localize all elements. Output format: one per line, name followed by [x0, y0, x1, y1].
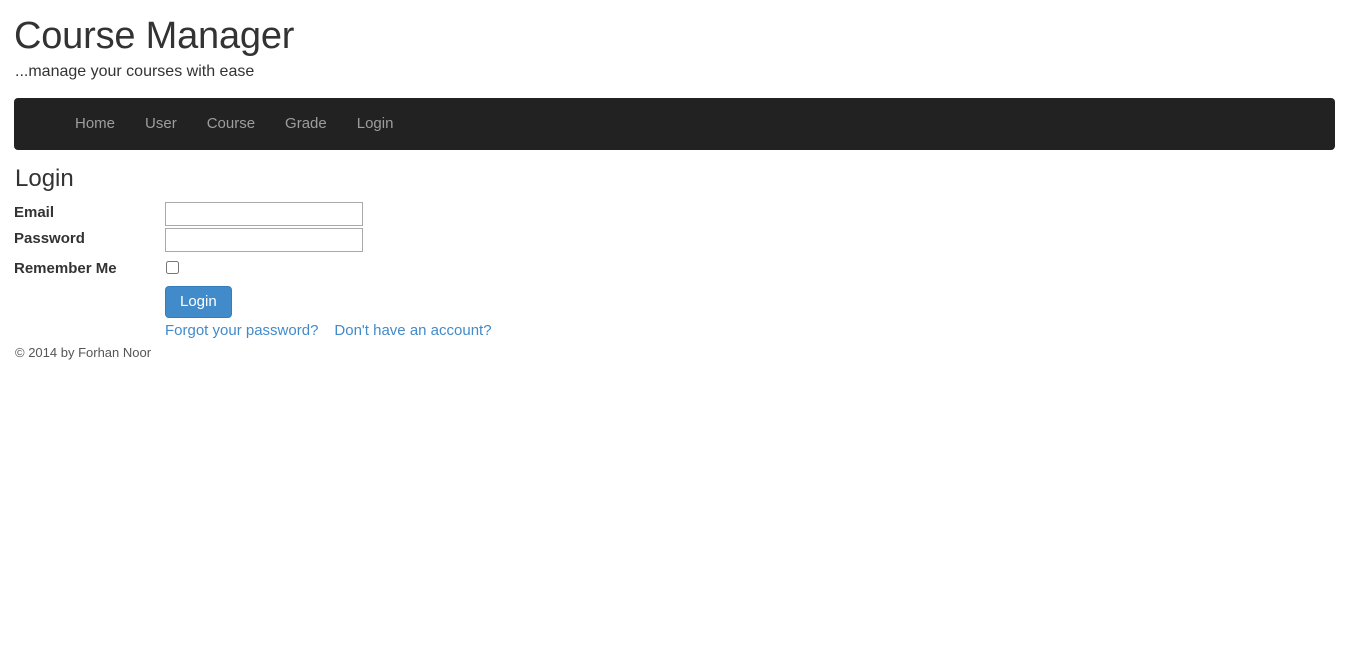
remember-me-label: Remember Me [14, 258, 165, 280]
nav-item-home[interactable]: Home [60, 108, 130, 140]
login-button[interactable]: Login [165, 286, 232, 318]
site-header: Course Manager ...manage your courses wi… [0, 0, 1349, 82]
nav-item-login[interactable]: Login [342, 108, 409, 140]
register-link[interactable]: Don't have an account? [334, 321, 491, 341]
site-footer: © 2014 by Forhan Noor [15, 344, 151, 362]
form-row-submit: Login [14, 286, 1214, 318]
nav-link-grade[interactable]: Grade [270, 108, 342, 140]
site-tagline: ...manage your courses with ease [15, 62, 1349, 82]
password-control [165, 228, 363, 252]
email-input[interactable] [165, 202, 363, 226]
form-row-password: Password [14, 228, 1214, 252]
login-form: Email Password Remember Me Login [14, 202, 1214, 341]
nav-link-user[interactable]: User [130, 108, 192, 140]
remember-me-checkbox[interactable] [166, 261, 179, 274]
login-heading: Login [15, 164, 1214, 194]
password-label: Password [14, 228, 165, 250]
nav-link-login[interactable]: Login [342, 108, 409, 140]
forgot-password-link[interactable]: Forgot your password? [165, 321, 318, 341]
main-navbar: Home User Course Grade Login [14, 98, 1335, 150]
main-content: Login Email Password Remember Me [14, 164, 1214, 341]
nav-item-grade[interactable]: Grade [270, 108, 342, 140]
page-root: Course Manager ...manage your courses wi… [0, 0, 1349, 660]
email-control [165, 202, 363, 226]
page-title: Course Manager [14, 14, 1349, 58]
password-input[interactable] [165, 228, 363, 252]
remember-me-control [165, 258, 179, 274]
nav-item-course[interactable]: Course [192, 108, 270, 140]
nav-item-user[interactable]: User [130, 108, 192, 140]
form-row-links: Forgot your password? Don't have an acco… [14, 321, 1214, 341]
form-row-email: Email [14, 202, 1214, 226]
copyright-text: © 2014 by Forhan Noor [15, 345, 151, 360]
navbar-list: Home User Course Grade Login [14, 98, 1335, 150]
email-label: Email [14, 202, 165, 224]
nav-link-home[interactable]: Home [60, 108, 130, 140]
form-row-remember: Remember Me [14, 258, 1214, 280]
nav-link-course[interactable]: Course [192, 108, 270, 140]
